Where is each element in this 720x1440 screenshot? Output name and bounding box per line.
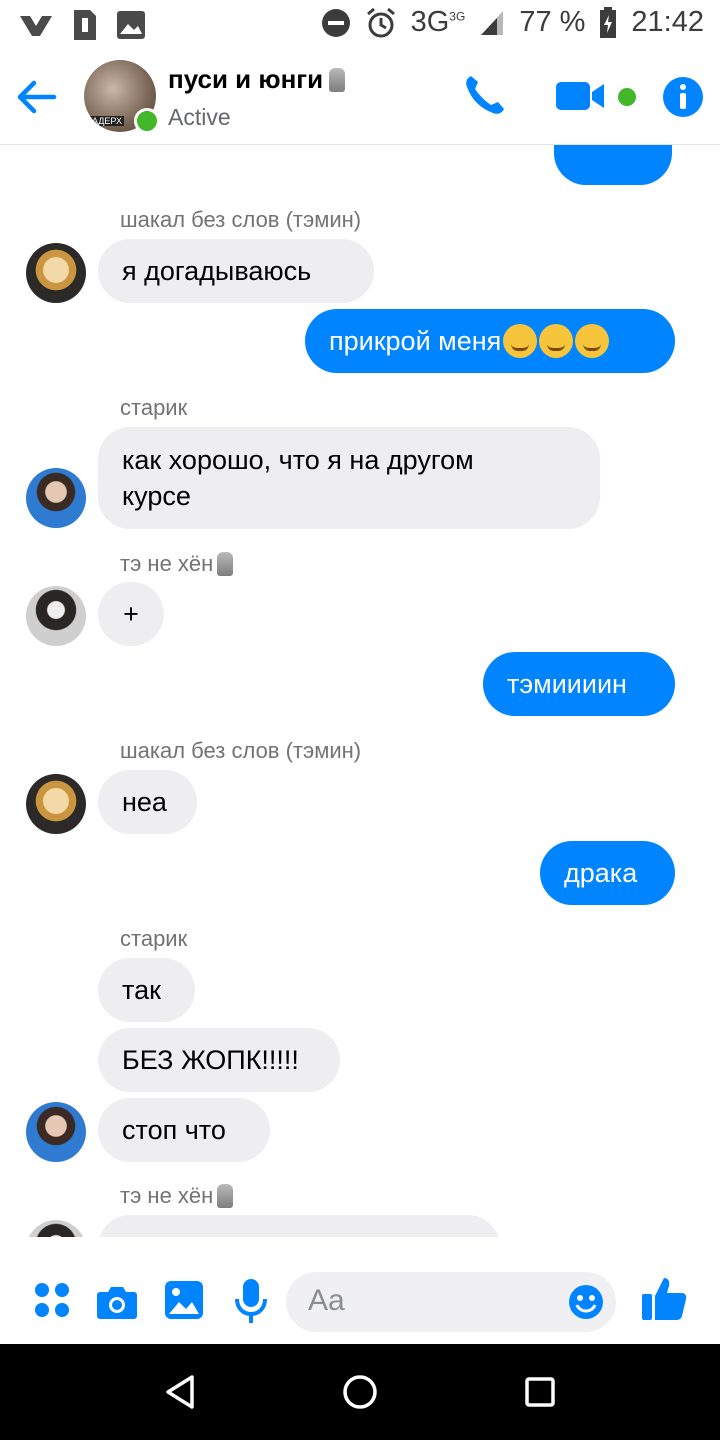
- avatar[interactable]: [26, 1220, 86, 1237]
- message-bubble[interactable]: я догадываюсь: [98, 239, 374, 303]
- message-bubble[interactable]: прикрой меня: [305, 309, 675, 373]
- mic-icon[interactable]: [234, 1278, 268, 1324]
- moai-emoji-icon: [217, 552, 234, 576]
- video-online-dot: [618, 88, 636, 106]
- message-bubble[interactable]: драка: [540, 841, 675, 905]
- more-icon[interactable]: [34, 1282, 70, 1318]
- gallery-icon[interactable]: [164, 1280, 204, 1320]
- back-arrow-icon[interactable]: [14, 74, 60, 120]
- avatar[interactable]: [26, 586, 86, 646]
- sim-icon: [74, 10, 96, 40]
- avatar[interactable]: [26, 774, 86, 834]
- system-nav-bar: [0, 1344, 720, 1440]
- battery-text: 77 %: [519, 6, 586, 38]
- dnd-icon: [321, 8, 350, 37]
- status-bar: 3G3G 77 % 21:42: [0, 0, 720, 50]
- emoji-icon[interactable]: [568, 1284, 604, 1320]
- chat-status: Active: [168, 104, 231, 130]
- camera-icon[interactable]: [96, 1284, 138, 1320]
- message-bubble-partial[interactable]: [98, 1215, 500, 1237]
- back-nav-icon[interactable]: [164, 1374, 196, 1410]
- online-indicator: [134, 108, 160, 134]
- avatar[interactable]: [26, 468, 86, 528]
- message-bubble[interactable]: стоп что: [98, 1098, 270, 1162]
- sender-name: тэ не хён: [120, 1183, 234, 1209]
- sender-name: старик: [120, 395, 188, 420]
- message-bubble[interactable]: неа: [98, 770, 197, 834]
- home-nav-icon[interactable]: [342, 1374, 378, 1410]
- chat-header: АДЕРХ пуси и юнги Active: [0, 50, 720, 145]
- moai-emoji-icon: [329, 67, 346, 92]
- sender-name: старик: [120, 926, 188, 951]
- battery-icon: [600, 6, 617, 38]
- clock: 21:42: [631, 6, 704, 38]
- chat-title[interactable]: пуси и юнги: [168, 64, 346, 95]
- avatar[interactable]: [26, 243, 86, 303]
- smirk-emoji-icon: [575, 324, 610, 358]
- signal-icon: [481, 10, 504, 35]
- message-bubble[interactable]: так: [98, 958, 195, 1022]
- message-bubble[interactable]: тэмиииин: [483, 652, 675, 716]
- message-list[interactable]: шакал без слов (тэмин) я догадываюсь при…: [0, 145, 720, 1237]
- smirk-emoji-icon: [539, 324, 574, 358]
- composer: Aa: [0, 1240, 720, 1344]
- input-placeholder: Aa: [308, 1284, 345, 1317]
- like-icon[interactable]: [640, 1274, 688, 1322]
- info-icon[interactable]: [662, 76, 704, 118]
- sender-name: тэ не хён: [120, 551, 234, 577]
- sender-name: шакал без слов (тэмин): [120, 207, 362, 232]
- smirk-emoji-icon: [503, 324, 538, 358]
- message-bubble[interactable]: как хорошо, что я на другом курсе: [98, 427, 600, 529]
- message-bubble-partial[interactable]: [554, 145, 672, 185]
- message-bubble[interactable]: БЕЗ ЖОПК!!!!!: [98, 1028, 340, 1092]
- phone-icon[interactable]: [462, 72, 508, 118]
- message-input[interactable]: Aa: [286, 1272, 616, 1332]
- moai-emoji-icon: [217, 1184, 234, 1208]
- video-icon[interactable]: [556, 80, 606, 112]
- network-label: 3G3G: [410, 6, 466, 38]
- message-bubble[interactable]: +: [98, 582, 164, 646]
- alarm-icon: [366, 7, 395, 37]
- vk-icon: [20, 16, 52, 36]
- recents-nav-icon[interactable]: [524, 1376, 556, 1408]
- image-icon: [117, 11, 145, 39]
- avatar[interactable]: [26, 1102, 86, 1162]
- sender-name: шакал без слов (тэмин): [120, 738, 362, 763]
